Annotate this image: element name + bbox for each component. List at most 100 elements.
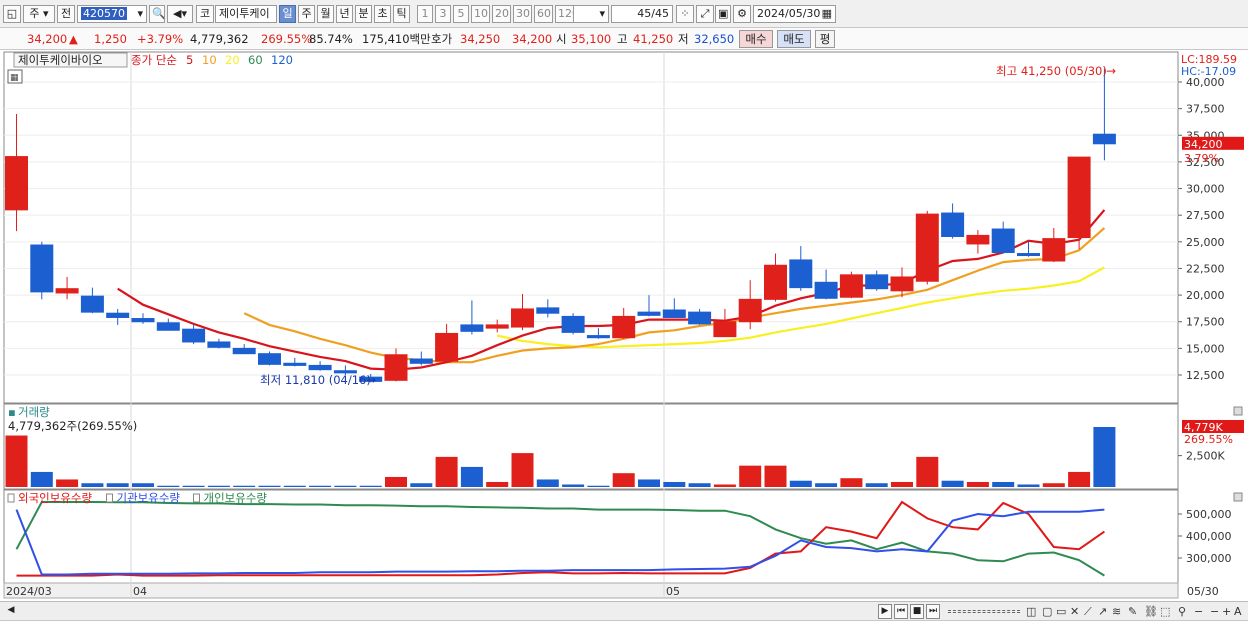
stock-code-input[interactable]: 420570 ▾: [77, 5, 147, 23]
window-icon[interactable]: ▢: [1042, 603, 1052, 620]
current-pct-label: 3.79%: [1184, 152, 1219, 165]
search-icon[interactable]: 🔍: [149, 5, 165, 23]
sell-button[interactable]: 매도: [777, 30, 811, 48]
volume-bar-41: [1042, 483, 1065, 487]
trade-value: 175,410백만: [362, 32, 431, 46]
price-axis-label-11: 12,500: [1186, 369, 1225, 382]
tab-period-0[interactable]: 일: [279, 5, 296, 23]
layout-icon[interactable]: ▭: [1056, 603, 1066, 620]
low-label: 저: [678, 32, 689, 46]
volume-bar-5: [132, 483, 154, 487]
candle-body-10: [258, 353, 281, 365]
trend-line-icon[interactable]: ⟋: [1084, 603, 1092, 620]
chart-layout-icon[interactable]: ◱: [3, 5, 21, 23]
price-panel-frame: [3, 51, 1179, 404]
current-price-tag: 34,200: [1184, 138, 1223, 151]
high-arrow-icon: →: [1106, 64, 1116, 78]
interval-button-6[interactable]: 60: [534, 5, 553, 23]
scroll-right-icon[interactable]: ▶: [878, 604, 892, 619]
ask-price: 34,250: [460, 32, 501, 46]
zoom-out-icon[interactable]: −: [1194, 603, 1203, 620]
save-icon[interactable]: ▣: [715, 5, 731, 23]
low-annotation: 최저 11,810 (04/16): [260, 373, 371, 387]
font-size-icon[interactable]: A: [1234, 603, 1242, 620]
zoom-in-icon[interactable]: +: [1222, 603, 1231, 620]
interval-input-box[interactable]: ▾: [573, 5, 609, 23]
cross-icon[interactable]: ✕: [1070, 603, 1079, 620]
price-axis-label-5: 27,500: [1186, 209, 1225, 222]
candle-body-8: [207, 341, 231, 348]
tab-period-2[interactable]: 월: [317, 5, 334, 23]
stop-icon[interactable]: ■: [910, 604, 924, 619]
candle-body-38: [966, 234, 990, 245]
gear-icon[interactable]: ⚙: [733, 5, 751, 23]
volume-bar-7: [182, 485, 205, 487]
low-price: 32,650: [694, 32, 735, 46]
volume-bar-38: [966, 481, 989, 487]
volume-bar-27: [688, 483, 711, 487]
chevron-down-icon[interactable]: ▾: [137, 6, 143, 22]
ma-period-0: 5: [186, 53, 193, 67]
date-axis-label-1: 04: [133, 585, 147, 598]
stock-type-badge[interactable]: 코: [196, 5, 214, 23]
interval-button-4[interactable]: 20: [492, 5, 511, 23]
stock-code-value: 420570: [81, 7, 127, 20]
prev-button[interactable]: 전: [57, 5, 75, 23]
candle-body-20: [511, 308, 534, 328]
volume-ratio: 269.55%: [261, 32, 313, 46]
date-axis-right-label: 05/30: [1187, 585, 1219, 598]
date-axis-label-2: 05: [666, 585, 680, 598]
interval-button-3[interactable]: 10: [471, 5, 490, 23]
holding-axis-label-1: 400,000: [1186, 530, 1232, 543]
scroll-left-icon[interactable]: ◀: [4, 604, 18, 619]
crosshair-icon[interactable]: ⤢: [696, 5, 714, 23]
minus-icon[interactable]: −: [1210, 603, 1219, 620]
date-input[interactable]: 2024/05/30 ▦: [753, 5, 836, 23]
stock-chart[interactable]: 40,00037,50035,00032,50030,00027,50025,0…: [0, 50, 1248, 602]
arrow-tool-icon[interactable]: ↗: [1098, 603, 1107, 620]
volume-close-icon: [1233, 406, 1243, 416]
volume-bar-29: [739, 465, 762, 487]
holding-axis-label-2: 300,000: [1186, 552, 1232, 565]
market-select[interactable]: 주 ▾: [23, 5, 55, 23]
magnifier-icon[interactable]: ⚲: [1178, 603, 1186, 620]
price-axis-label-8: 20,000: [1186, 289, 1225, 302]
holding-legend-2: 개인보유수량: [204, 491, 268, 505]
dots-icon[interactable]: ⁘: [676, 5, 694, 23]
speaker-icon[interactable]: ◀▾: [167, 5, 193, 23]
price-axis-label-10: 15,000: [1186, 342, 1225, 355]
price-axis-label-9: 17,500: [1186, 316, 1225, 329]
select-icon[interactable]: ⬚: [1160, 603, 1170, 620]
volume-axis-label: 2,500K: [1186, 450, 1225, 463]
market-select-value: 주: [29, 7, 40, 20]
tab-period-1[interactable]: 주: [298, 5, 315, 23]
volume-bar-21: [536, 479, 559, 487]
zoom-slider[interactable]: [948, 610, 1020, 613]
fast-forward-icon[interactable]: ⏭: [926, 604, 940, 619]
interval-button-1[interactable]: 3: [435, 5, 451, 23]
buy-button[interactable]: 매수: [739, 30, 773, 48]
tab-period-4[interactable]: 분: [355, 5, 372, 23]
draw-icon[interactable]: ✎: [1128, 603, 1137, 620]
interval-button-2[interactable]: 5: [453, 5, 469, 23]
calendar-icon[interactable]: ▦: [822, 6, 832, 22]
split-window-icon[interactable]: ◫: [1026, 603, 1036, 620]
tab-period-6[interactable]: 틱: [393, 5, 410, 23]
volume-current-pct: 269.55%: [1184, 433, 1233, 446]
fibonacci-icon[interactable]: ≋: [1112, 603, 1121, 620]
chevron-down-icon[interactable]: ▾: [599, 6, 605, 22]
volume-bar-15: [385, 476, 407, 487]
candle-body-39: [991, 228, 1015, 253]
candle-count-input[interactable]: 45/45: [611, 5, 673, 23]
price-axis-label-7: 22,500: [1186, 262, 1225, 275]
tab-period-5[interactable]: 초: [374, 5, 391, 23]
tab-period-3[interactable]: 년: [336, 5, 353, 23]
interval-button-0[interactable]: 1: [417, 5, 433, 23]
volume-bar-31: [789, 480, 812, 487]
toolbar: ◱ 주 ▾ 전 420570 ▾ 🔍 ◀▾ 코 제이투케이 일주월년분초틱 135…: [0, 0, 1248, 28]
candle-body-23: [586, 335, 610, 339]
interval-button-5[interactable]: 30: [513, 5, 532, 23]
rewind-icon[interactable]: ⏮: [894, 604, 908, 619]
link-icon[interactable]: ⛓: [1144, 603, 1158, 620]
eval-button[interactable]: 평: [815, 30, 835, 48]
